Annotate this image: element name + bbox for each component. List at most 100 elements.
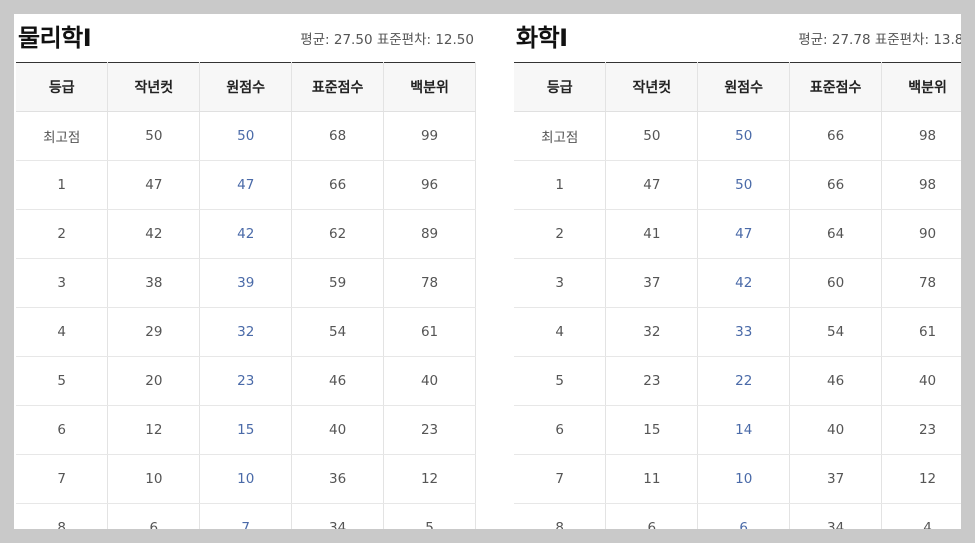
cell-standard-score: 34 [291,503,385,529]
cell-raw-score: 33 [697,307,791,357]
cell-percentile: 98 [881,111,961,161]
table-row: 4 32 33 54 61 [514,307,961,357]
column-header-last-year-cut: 작년컷 [107,62,201,112]
score-sheet: 물리학Ⅰ 평균: 27.50 표준편차: 12.50 등급 작년컷 원점수 표준… [14,14,961,529]
table-row: 5 20 23 46 40 [16,356,476,406]
cell-percentile: 96 [383,160,476,210]
cell-percentile: 78 [383,258,476,308]
cell-last-year-cut: 47 [605,160,699,210]
column-header-percentile: 백분위 [383,62,476,112]
column-header-grade: 등급 [16,62,109,112]
cell-raw-score: 15 [199,405,293,455]
table-body: 최고점 50 50 66 98 1 47 50 66 98 2 41 47 64 90 3 37 42 60 78 4 3… [514,111,961,529]
cell-last-year-cut: 32 [605,307,699,357]
table-row: 2 41 47 64 90 [514,209,961,259]
table-row: 1 47 50 66 98 [514,160,961,210]
table-row: 7 10 10 36 12 [16,454,476,504]
cell-last-year-cut: 6 [605,503,699,529]
cell-last-year-cut: 10 [107,454,201,504]
cell-standard-score: 40 [291,405,385,455]
table-row: 8 6 6 34 4 [514,503,961,529]
table-header-row: 등급 작년컷 원점수 표준점수 백분위 [514,62,961,112]
cell-standard-score: 66 [789,111,883,161]
cell-raw-score: 50 [697,111,791,161]
cell-standard-score: 46 [291,356,385,406]
table-body: 최고점 50 50 68 99 1 47 47 66 96 2 42 42 62 89 3 38 39 59 78 4 2… [16,111,476,529]
column-header-raw-score: 원점수 [697,62,791,112]
cell-percentile: 40 [383,356,476,406]
table-row: 7 11 10 37 12 [514,454,961,504]
cell-raw-score: 23 [199,356,293,406]
cell-last-year-cut: 23 [605,356,699,406]
cell-standard-score: 68 [291,111,385,161]
table-row: 5 23 22 46 40 [514,356,961,406]
cell-grade: 6 [16,405,109,455]
cell-grade: 7 [514,454,607,504]
cell-percentile: 23 [881,405,961,455]
cell-grade: 최고점 [16,111,109,161]
cell-raw-score: 32 [199,307,293,357]
table-header-row: 등급 작년컷 원점수 표준점수 백분위 [16,62,476,112]
grade-table: 등급 작년컷 원점수 표준점수 백분위 최고점 50 50 68 99 1 47 47 66 96… [16,62,476,529]
table-row: 3 37 42 60 78 [514,258,961,308]
cell-raw-score: 42 [199,209,293,259]
cell-last-year-cut: 29 [107,307,201,357]
cell-percentile: 61 [881,307,961,357]
chemistry-panel: 화학Ⅰ 평균: 27.78 표준편차: 13.89 등급 작년컷 원점수 표준점… [514,14,961,529]
cell-grade: 3 [16,258,109,308]
cell-percentile: 40 [881,356,961,406]
cell-standard-score: 59 [291,258,385,308]
column-header-grade: 등급 [514,62,607,112]
grade-table: 등급 작년컷 원점수 표준점수 백분위 최고점 50 50 66 98 1 47 50 66 98… [514,62,961,529]
cell-grade: 8 [16,503,109,529]
cell-raw-score: 50 [697,160,791,210]
cell-last-year-cut: 50 [107,111,201,161]
cell-percentile: 98 [881,160,961,210]
cell-percentile: 99 [383,111,476,161]
cell-raw-score: 42 [697,258,791,308]
cell-standard-score: 37 [789,454,883,504]
cell-percentile: 89 [383,209,476,259]
cell-standard-score: 60 [789,258,883,308]
panel-stats: 평균: 27.50 표준편차: 12.50 [300,32,474,48]
table-row: 6 12 15 40 23 [16,405,476,455]
cell-grade: 5 [16,356,109,406]
column-header-raw-score: 원점수 [199,62,293,112]
cell-percentile: 23 [383,405,476,455]
cell-standard-score: 62 [291,209,385,259]
cell-last-year-cut: 12 [107,405,201,455]
cell-last-year-cut: 38 [107,258,201,308]
cell-standard-score: 54 [291,307,385,357]
table-row: 최고점 50 50 66 98 [514,111,961,161]
cell-last-year-cut: 41 [605,209,699,259]
cell-raw-score: 50 [199,111,293,161]
cell-raw-score: 47 [199,160,293,210]
cell-raw-score: 6 [697,503,791,529]
cell-raw-score: 10 [697,454,791,504]
table-row: 2 42 42 62 89 [16,209,476,259]
cell-grade: 1 [16,160,109,210]
panel-header: 물리학Ⅰ 평균: 27.50 표준편차: 12.50 [16,14,476,62]
cell-grade: 6 [514,405,607,455]
physics-panel: 물리학Ⅰ 평균: 27.50 표준편차: 12.50 등급 작년컷 원점수 표준… [16,14,476,529]
column-header-last-year-cut: 작년컷 [605,62,699,112]
panel-title: 화학Ⅰ [516,24,568,52]
table-row: 3 38 39 59 78 [16,258,476,308]
cell-standard-score: 46 [789,356,883,406]
cell-standard-score: 34 [789,503,883,529]
table-row: 1 47 47 66 96 [16,160,476,210]
cell-percentile: 5 [383,503,476,529]
cell-grade: 8 [514,503,607,529]
cell-grade: 7 [16,454,109,504]
cell-last-year-cut: 37 [605,258,699,308]
cell-standard-score: 40 [789,405,883,455]
cell-raw-score: 7 [199,503,293,529]
cell-raw-score: 10 [199,454,293,504]
cell-last-year-cut: 15 [605,405,699,455]
cell-last-year-cut: 50 [605,111,699,161]
panel-header: 화학Ⅰ 평균: 27.78 표준편차: 13.89 [514,14,961,62]
cell-last-year-cut: 42 [107,209,201,259]
cell-percentile: 12 [383,454,476,504]
table-row: 최고점 50 50 68 99 [16,111,476,161]
cell-raw-score: 22 [697,356,791,406]
